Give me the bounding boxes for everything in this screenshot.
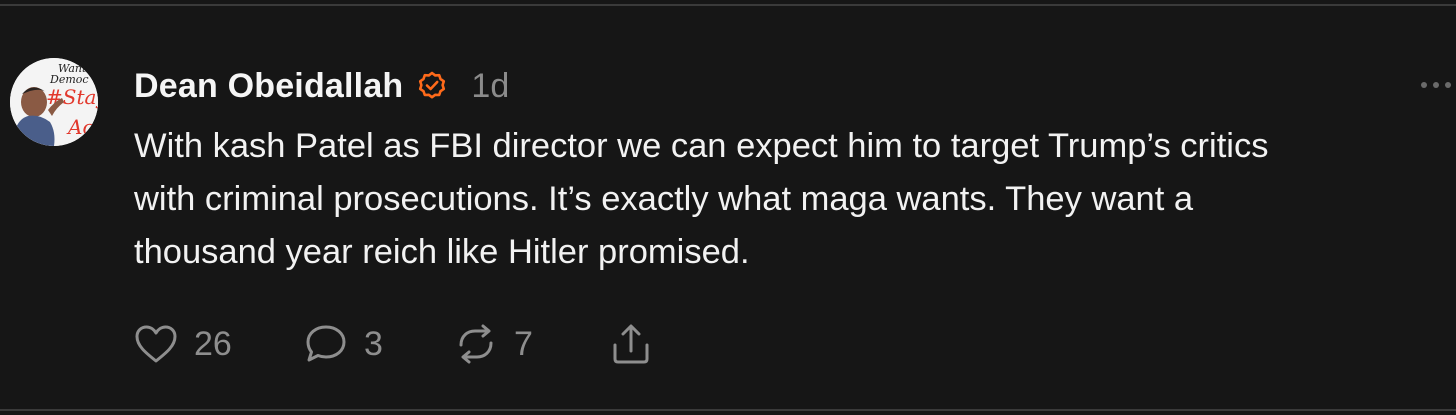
post-text: With kash Patel as FBI director we can e… <box>134 127 1269 271</box>
post-header: Dean Obeidallah 1d <box>134 62 509 110</box>
avatar-text-line-4: Ac <box>66 115 94 139</box>
post-timestamp[interactable]: 1d <box>471 67 509 106</box>
reply-button[interactable]: 3 <box>304 323 454 365</box>
heart-icon <box>134 324 178 364</box>
more-horizontal-icon[interactable] <box>1418 76 1454 94</box>
author-name[interactable]: Dean Obeidallah <box>134 67 403 106</box>
repost-count: 7 <box>514 324 533 363</box>
bottom-divider <box>0 409 1456 411</box>
share-icon <box>609 323 653 365</box>
top-divider <box>0 4 1456 6</box>
share-button[interactable] <box>609 323 653 365</box>
like-button[interactable]: 26 <box>134 324 304 364</box>
post-actions: 26 3 7 <box>134 318 653 370</box>
repost-icon <box>454 324 498 364</box>
comment-icon <box>304 323 348 365</box>
author-avatar[interactable]: Want Democ #Stay Ac <box>10 58 98 146</box>
verified-badge-icon <box>417 71 447 101</box>
reply-count: 3 <box>364 324 383 363</box>
like-count: 26 <box>194 324 232 363</box>
repost-button[interactable]: 7 <box>454 324 609 364</box>
